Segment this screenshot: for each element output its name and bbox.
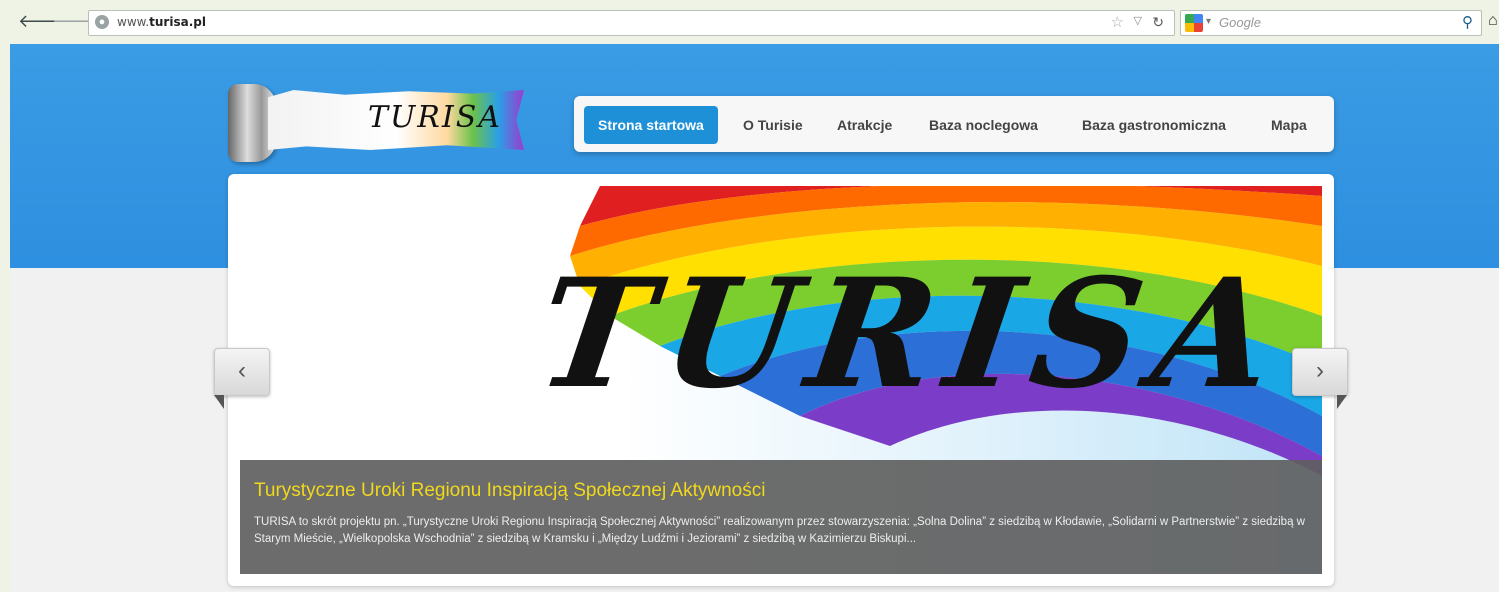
image-slider: TURISA Turystyczne Uroki Regionu Inspira…	[228, 174, 1334, 586]
caption-title[interactable]: Turystyczne Uroki Regionu Inspiracją Spo…	[254, 480, 765, 502]
next-button-shadow	[1337, 395, 1347, 409]
nav-o-turisie[interactable]: O Turisie	[729, 106, 817, 144]
globe-icon: ●	[95, 15, 109, 29]
chevron-left-icon: ‹	[238, 357, 246, 384]
site-logo[interactable]: TURISA	[228, 82, 528, 164]
bookmark-star-icon[interactable]: ☆	[1111, 13, 1124, 31]
nav-baza-noclegowa[interactable]: Baza noclegowa	[915, 106, 1052, 144]
home-icon[interactable]: ⌂	[1488, 12, 1498, 30]
chevron-right-icon: ›	[1316, 357, 1324, 384]
web-page: TURISA Strona startowa O Turisie Atrakcj…	[10, 44, 1499, 592]
logo-text: TURISA	[368, 100, 502, 135]
google-logo-icon[interactable]	[1185, 14, 1203, 32]
search-engine-dropdown-icon[interactable]: ▾	[1206, 16, 1211, 27]
address-bar[interactable]: ● www.turisa.pl ☆ ▽ ↻	[88, 10, 1175, 36]
nav-strona-startowa[interactable]: Strona startowa	[584, 106, 718, 144]
slide-caption: Turystyczne Uroki Regionu Inspiracją Spo…	[240, 460, 1322, 574]
browser-toolbar: 🡐 🡒 ● www.turisa.pl ☆ ▽ ↻ ▾ Google ⚲ ⌂	[0, 0, 1499, 44]
main-navigation: Strona startowa O Turisie Atrakcje Baza …	[574, 96, 1334, 152]
caption-text: TURISA to skrót projektu pn. „Turystyczn…	[254, 516, 1305, 545]
slide-image[interactable]: TURISA Turystyczne Uroki Regionu Inspira…	[240, 186, 1322, 574]
nav-mapa[interactable]: Mapa	[1257, 106, 1321, 144]
prev-button-shadow	[214, 395, 224, 409]
history-dropdown-icon[interactable]: ▽	[1134, 14, 1142, 27]
slide-art-text: TURISA	[527, 246, 1299, 422]
nav-baza-gastronomiczna[interactable]: Baza gastronomiczna	[1068, 106, 1240, 144]
nav-atrakcje[interactable]: Atrakcje	[823, 106, 906, 144]
forward-arrow-icon[interactable]: 🡒	[52, 12, 100, 30]
search-box[interactable]: ▾ Google ⚲	[1180, 10, 1482, 36]
url-text[interactable]: www.turisa.pl	[117, 15, 206, 29]
reload-icon[interactable]: ↻	[1152, 14, 1164, 31]
slider-next-button[interactable]: ›	[1292, 348, 1348, 396]
slider-prev-button[interactable]: ‹	[214, 348, 270, 396]
search-icon[interactable]: ⚲	[1462, 13, 1473, 31]
back-arrow-icon[interactable]: 🡐	[18, 12, 66, 30]
search-input[interactable]: Google	[1219, 15, 1261, 30]
